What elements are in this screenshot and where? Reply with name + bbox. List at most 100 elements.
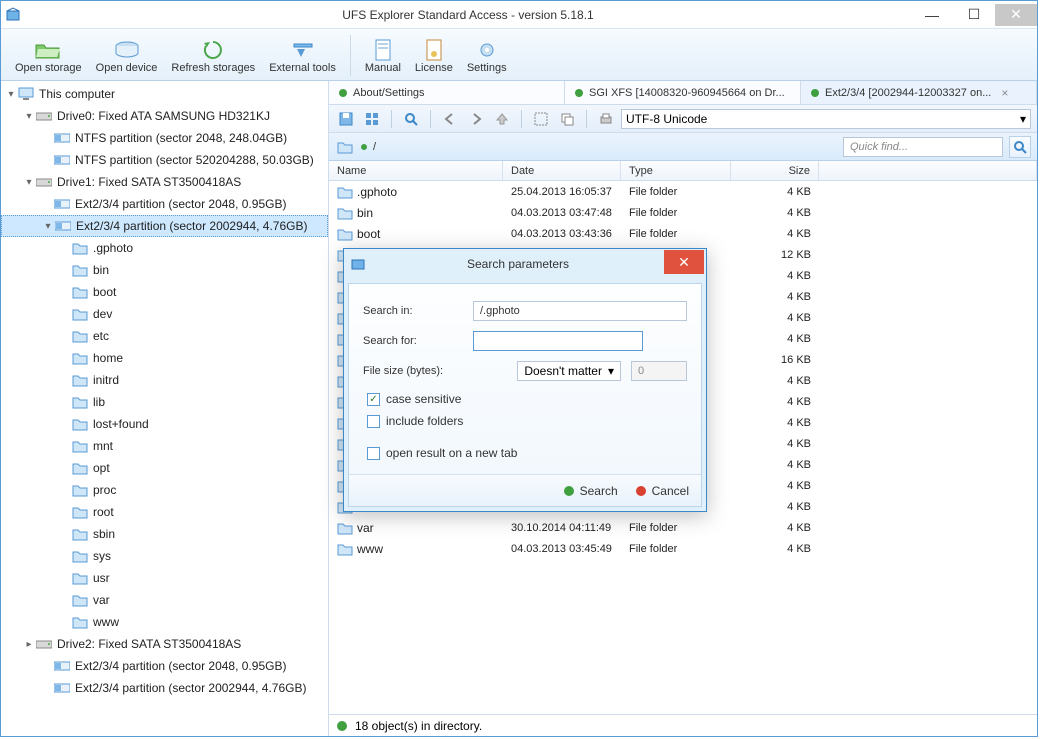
tree-drive0[interactable]: ▾ Drive0: Fixed ATA SAMSUNG HD321KJ bbox=[1, 105, 328, 127]
tree-folder-item[interactable]: sbin bbox=[1, 523, 328, 545]
save-icon[interactable] bbox=[335, 108, 357, 130]
partition-icon bbox=[53, 657, 71, 675]
list-item[interactable]: .gphoto25.04.2013 16:05:37File folder4 K… bbox=[329, 181, 1037, 202]
search-button[interactable]: Search bbox=[564, 484, 618, 498]
tree-folder-item[interactable]: var bbox=[1, 589, 328, 611]
view-mode-icon[interactable] bbox=[361, 108, 383, 130]
expand-icon[interactable]: ▾ bbox=[42, 221, 54, 232]
expand-icon[interactable]: ▾ bbox=[23, 177, 35, 188]
iconbar: UTF-8 Unicode ▾ bbox=[329, 105, 1037, 133]
open-new-tab-checkbox[interactable]: open result on a new tab bbox=[363, 442, 687, 464]
folder-icon bbox=[71, 261, 89, 279]
tree-folder-item[interactable]: initrd bbox=[1, 369, 328, 391]
status-dot-icon bbox=[811, 89, 819, 97]
tree-folder-item[interactable]: dev bbox=[1, 303, 328, 325]
filesize-value-input[interactable]: 0 bbox=[631, 361, 687, 381]
red-dot-icon bbox=[636, 486, 646, 496]
search-icon[interactable] bbox=[400, 108, 422, 130]
app-icon bbox=[350, 256, 366, 272]
folder-icon bbox=[337, 521, 353, 535]
tree-folder-item[interactable]: root bbox=[1, 501, 328, 523]
include-folders-checkbox[interactable]: include folders bbox=[363, 410, 687, 432]
checkbox-icon bbox=[367, 447, 380, 460]
col-size[interactable]: Size bbox=[731, 161, 819, 180]
tree-folder-item[interactable]: opt bbox=[1, 457, 328, 479]
print-icon[interactable] bbox=[595, 108, 617, 130]
tree-root[interactable]: ▾ This computer bbox=[1, 83, 328, 105]
list-item[interactable]: boot04.03.2013 03:43:36File folder4 KB bbox=[329, 223, 1037, 244]
col-date[interactable]: Date bbox=[503, 161, 621, 180]
separator bbox=[586, 110, 587, 128]
storage-tree[interactable]: ▾ This computer ▾ Drive0: Fixed ATA SAMS… bbox=[1, 81, 329, 736]
tree-folder-item[interactable]: bin bbox=[1, 259, 328, 281]
tree-drive1[interactable]: ▾ Drive1: Fixed SATA ST3500418AS bbox=[1, 171, 328, 193]
folder-icon bbox=[71, 371, 89, 389]
tree-drive2[interactable]: ▸ Drive2: Fixed SATA ST3500418AS bbox=[1, 633, 328, 655]
cancel-button[interactable]: Cancel bbox=[636, 484, 689, 498]
tree-folder-item[interactable]: boot bbox=[1, 281, 328, 303]
tree-folder-item[interactable]: proc bbox=[1, 479, 328, 501]
tree-folder-item[interactable]: usr bbox=[1, 567, 328, 589]
col-type[interactable]: Type bbox=[621, 161, 731, 180]
folder-icon[interactable] bbox=[335, 137, 355, 157]
tree-folder-item[interactable]: .gphoto bbox=[1, 237, 328, 259]
quick-find-button[interactable] bbox=[1009, 136, 1031, 158]
tree-d1p0[interactable]: Ext2/3/4 partition (sector 2048, 0.95GB) bbox=[1, 193, 328, 215]
tree-folder-item[interactable]: lib bbox=[1, 391, 328, 413]
tree-d0p1[interactable]: NTFS partition (sector 520204288, 50.03G… bbox=[1, 149, 328, 171]
tab[interactable]: SGI XFS [14008320-960945664 on Dr... bbox=[565, 81, 801, 104]
expand-icon[interactable]: ▸ bbox=[23, 639, 35, 650]
tree-folder-item[interactable]: lost+found bbox=[1, 413, 328, 435]
encoding-select[interactable]: UTF-8 Unicode ▾ bbox=[621, 109, 1031, 129]
tree-folder-item[interactable]: www bbox=[1, 611, 328, 633]
open-storage-button[interactable]: Open storage bbox=[9, 31, 88, 80]
quick-find-input[interactable]: Quick find... bbox=[843, 137, 1003, 157]
tree-folder-item[interactable]: mnt bbox=[1, 435, 328, 457]
tree-d2p1[interactable]: Ext2/3/4 partition (sector 2002944, 4.76… bbox=[1, 677, 328, 699]
tab[interactable]: Ext2/3/4 [2002944-12003327 on...× bbox=[801, 81, 1037, 104]
maximize-button[interactable]: ☐ bbox=[953, 4, 995, 26]
list-item[interactable]: var30.10.2014 04:11:49File folder4 KB bbox=[329, 517, 1037, 538]
close-button[interactable]: ✕ bbox=[995, 4, 1037, 26]
refresh-storages-button[interactable]: Refresh storages bbox=[165, 31, 261, 80]
tree-folder-item[interactable]: etc bbox=[1, 325, 328, 347]
dialog-titlebar[interactable]: Search parameters ✕ bbox=[344, 249, 706, 279]
status-dot-icon bbox=[575, 89, 583, 97]
search-in-input[interactable]: /.gphoto bbox=[473, 301, 687, 321]
book-icon bbox=[369, 38, 397, 62]
tree-d1p1-selected[interactable]: ▾ Ext2/3/4 partition (sector 2002944, 4.… bbox=[1, 215, 328, 237]
search-for-input[interactable] bbox=[473, 331, 643, 351]
tree-folder-item[interactable]: home bbox=[1, 347, 328, 369]
settings-button[interactable]: Settings bbox=[461, 31, 513, 80]
case-sensitive-checkbox[interactable]: case sensitive bbox=[363, 388, 687, 410]
manual-button[interactable]: Manual bbox=[359, 31, 407, 80]
tab[interactable]: About/Settings bbox=[329, 81, 565, 104]
copy-icon[interactable] bbox=[556, 108, 578, 130]
open-device-button[interactable]: Open device bbox=[90, 31, 164, 80]
filesize-mode-select[interactable]: Doesn't matter▾ bbox=[517, 361, 621, 381]
select-all-icon[interactable] bbox=[530, 108, 552, 130]
dialog-close-button[interactable]: ✕ bbox=[664, 250, 704, 274]
path-text: / bbox=[373, 141, 837, 153]
expand-icon[interactable]: ▾ bbox=[23, 111, 35, 122]
checkbox-icon bbox=[367, 393, 380, 406]
license-button[interactable]: License bbox=[409, 31, 459, 80]
expand-icon[interactable]: ▾ bbox=[5, 89, 17, 100]
col-name[interactable]: Name bbox=[329, 161, 503, 180]
up-icon[interactable] bbox=[491, 108, 513, 130]
back-icon[interactable] bbox=[439, 108, 461, 130]
folder-icon bbox=[71, 481, 89, 499]
tree-d2p0[interactable]: Ext2/3/4 partition (sector 2048, 0.95GB) bbox=[1, 655, 328, 677]
tree-d0p0[interactable]: NTFS partition (sector 2048, 248.04GB) bbox=[1, 127, 328, 149]
external-tools-button[interactable]: External tools bbox=[263, 31, 342, 80]
partition-icon bbox=[53, 129, 71, 147]
green-dot-icon bbox=[564, 486, 574, 496]
minimize-button[interactable]: — bbox=[911, 4, 953, 26]
folder-icon bbox=[337, 542, 353, 556]
folder-icon bbox=[337, 185, 353, 199]
forward-icon[interactable] bbox=[465, 108, 487, 130]
list-item[interactable]: www04.03.2013 03:45:49File folder4 KB bbox=[329, 538, 1037, 559]
tab-close-icon[interactable]: × bbox=[997, 86, 1012, 100]
list-item[interactable]: bin04.03.2013 03:47:48File folder4 KB bbox=[329, 202, 1037, 223]
tree-folder-item[interactable]: sys bbox=[1, 545, 328, 567]
